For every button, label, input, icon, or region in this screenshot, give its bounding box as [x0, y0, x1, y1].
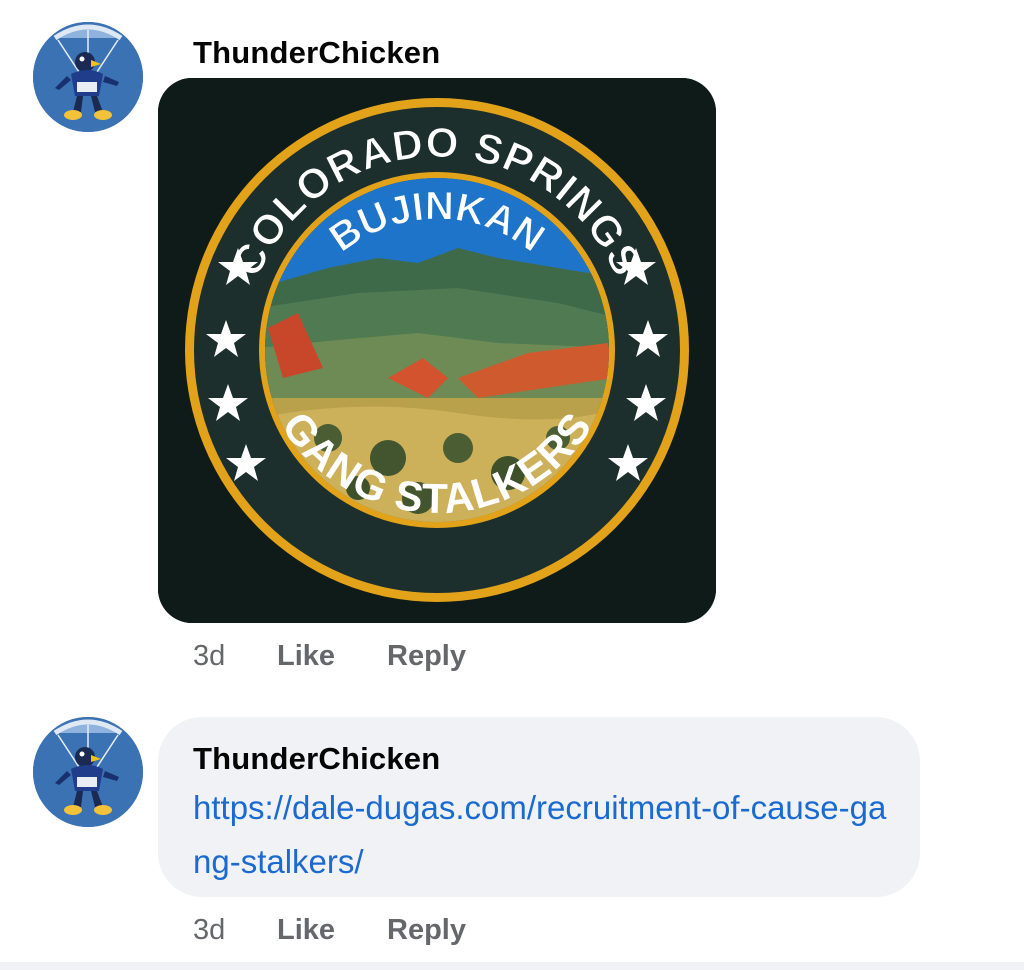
comment-timestamp: 3d: [193, 914, 226, 946]
reply-button[interactable]: Reply: [387, 914, 466, 947]
parachuting-bird-icon: [33, 717, 143, 827]
bottom-divider: [0, 962, 1024, 970]
comment-2: ThunderChicken https://dale-dugas.com/re…: [0, 0, 1024, 970]
comment-bubble[interactable]: ThunderChicken https://dale-dugas.com/re…: [158, 717, 920, 897]
avatar[interactable]: [33, 717, 143, 827]
comment-actions: 3d Like Reply: [193, 914, 466, 947]
like-button[interactable]: Like: [277, 914, 387, 947]
comment-link[interactable]: https://dale-dugas.com/recruitment-of-ca…: [193, 781, 903, 889]
comment-author[interactable]: ThunderChicken: [193, 741, 440, 777]
